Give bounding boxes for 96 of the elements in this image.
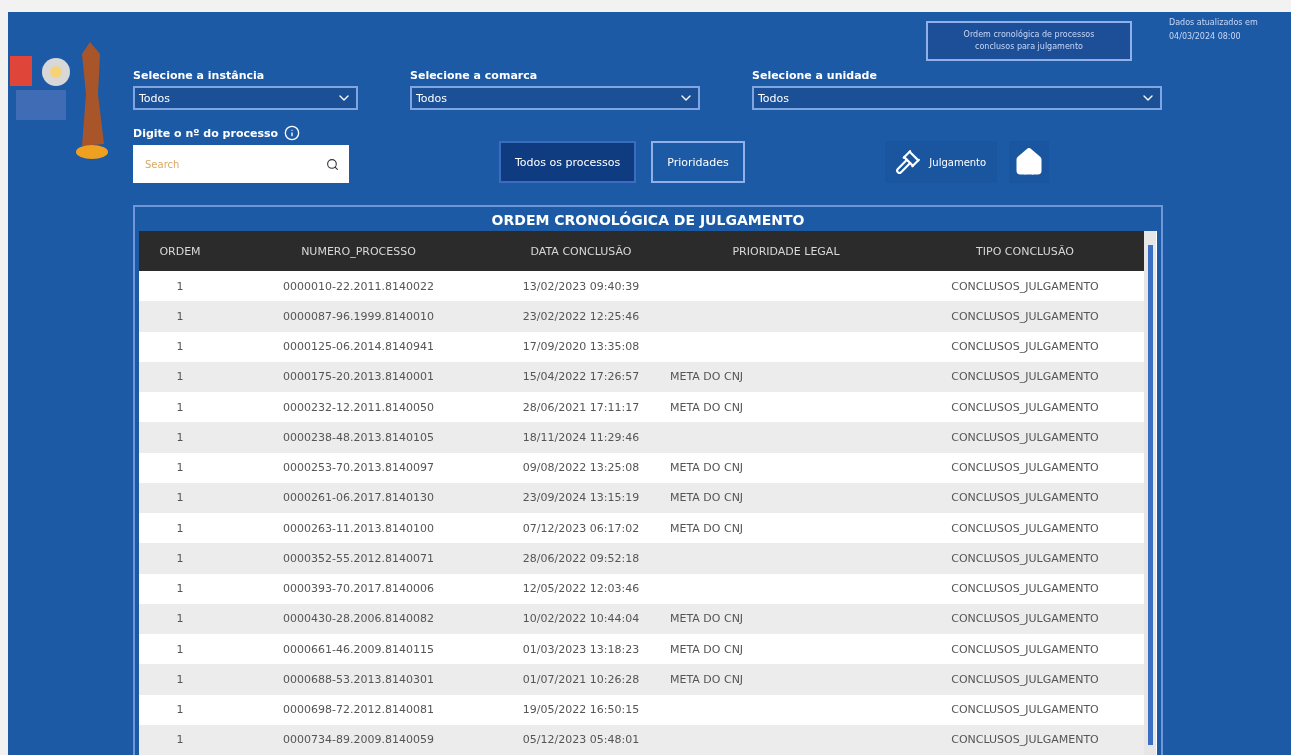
table-cell: 0000734-89.2009.8140059 [221,724,496,755]
table-cell: 1 [139,331,221,362]
table-cell: 05/12/2023 05:48:01 [496,724,666,755]
table-cell: CONCLUSOS_JULGAMENTO [906,664,1144,695]
table-cell: 28/06/2021 17:11:17 [496,392,666,423]
table-cell: 0000125-06.2014.8140941 [221,331,496,362]
filter-label: Selecione a comarca [410,69,539,82]
table-cell: 1 [139,694,221,725]
table-cell: 18/11/2024 11:29:46 [496,422,666,453]
table-cell: 13/02/2023 09:40:39 [496,271,666,302]
table-cell: META DO CNJ [666,392,906,423]
table-cell: 1 [139,664,221,695]
table-cell: CONCLUSOS_JULGAMENTO [906,694,1144,725]
table-cell: 0000238-48.2013.8140105 [221,422,496,453]
table-cell: 1 [139,543,221,574]
table-cell: CONCLUSOS_JULGAMENTO [906,392,1144,423]
table-cell: 0000087-96.1999.8140010 [221,301,496,332]
table-cell: CONCLUSOS_JULGAMENTO [906,603,1144,634]
table-cell: 07/12/2023 06:17:02 [496,513,666,544]
filter-dropdown[interactable]: Todos [752,86,1162,110]
update-info: Dados atualizados em [1169,17,1259,29]
table-cell: 0000175-20.2013.8140001 [221,361,496,392]
table-cell: 1 [139,482,221,513]
table-cell: CONCLUSOS_JULGAMENTO [906,513,1144,544]
judgment-button[interactable]: Julgamento [884,141,997,183]
table-cell: CONCLUSOS_JULGAMENTO [906,573,1144,604]
report-button[interactable]: Ordem cronológica de processos conclusos para julgamento [926,21,1132,61]
column-header[interactable]: DATA CONCLUSÃO [496,231,666,271]
info-icon[interactable] [284,125,301,141]
column-header[interactable]: NUMERO_PROCESSO [221,231,496,271]
column-header[interactable]: TIPO CONCLUSÃO [906,231,1144,271]
table-cell: 0000010-22.2011.8140022 [221,271,496,302]
table-cell: 23/02/2022 12:25:46 [496,301,666,332]
table-cell: 0000261-06.2017.8140130 [221,482,496,513]
table-cell: CONCLUSOS_JULGAMENTO [906,271,1144,302]
table-cell: META DO CNJ [666,482,906,513]
home-button[interactable] [1008,141,1049,183]
table-cell: META DO CNJ [666,603,906,634]
table-cell: 12/05/2022 12:03:46 [496,573,666,604]
table-cell: 1 [139,392,221,423]
table-cell: CONCLUSOS_JULGAMENTO [906,634,1144,665]
filter-tab[interactable]: Todos os processos [499,141,637,183]
table-cell: 0000253-70.2013.8140097 [221,452,496,483]
table-cell: 1 [139,573,221,604]
filter-label: Selecione a instância [133,69,266,82]
table-title: ORDEM CRONOLÓGICA DE JULGAMENTO [490,210,806,230]
table-cell: 0000698-72.2012.8140081 [221,694,496,725]
table-cell: 1 [139,422,221,453]
table-cell: 09/08/2022 13:25:08 [496,452,666,483]
table-cell: 0000688-53.2013.8140301 [221,664,496,695]
table-cell: 1 [139,634,221,665]
table-cell: META DO CNJ [666,513,906,544]
table-cell: 0000352-55.2012.8140071 [221,543,496,574]
table-cell: 28/06/2022 09:52:18 [496,543,666,574]
table-cell: 1 [139,513,221,544]
table-cell: 0000232-12.2011.8140050 [221,392,496,423]
table-cell: 1 [139,301,221,332]
table-cell: META DO CNJ [666,361,906,392]
table-cell: CONCLUSOS_JULGAMENTO [906,543,1144,574]
table-cell: CONCLUSOS_JULGAMENTO [906,724,1144,755]
table-cell: 0000430-28.2006.8140082 [221,603,496,634]
filter-label: Selecione a unidade [752,69,878,82]
table-cell: 0000661-46.2009.8140115 [221,634,496,665]
table-cell: 19/05/2022 16:50:15 [496,694,666,725]
table-cell: 1 [139,603,221,634]
filter-tab[interactable]: Prioridades [651,141,745,183]
table-cell: 1 [139,452,221,483]
table-cell: 0000393-70.2017.8140006 [221,573,496,604]
column-header[interactable]: PRIORIDADE LEGAL [666,231,906,271]
table-cell: CONCLUSOS_JULGAMENTO [906,361,1144,392]
search-icon [326,157,339,171]
table-cell: CONCLUSOS_JULGAMENTO [906,482,1144,513]
update-info: 04/03/2024 08:00 [1169,31,1242,43]
table-cell: CONCLUSOS_JULGAMENTO [906,422,1144,453]
table-cell: 10/02/2022 10:44:04 [496,603,666,634]
scrollbar[interactable] [1144,231,1156,755]
table-cell: 01/07/2021 10:26:28 [496,664,666,695]
gavel-icon [895,149,922,175]
table-cell: 01/03/2023 13:18:23 [496,634,666,665]
table-cell: META DO CNJ [666,452,906,483]
table-cell: 23/09/2024 13:15:19 [496,482,666,513]
column-header[interactable]: ORDEM [139,231,221,271]
table-cell: 1 [139,271,221,302]
filter-dropdown[interactable]: Todos [133,86,358,110]
table-cell: CONCLUSOS_JULGAMENTO [906,301,1144,332]
table-cell: 17/09/2020 13:35:08 [496,331,666,362]
table-cell: 1 [139,724,221,755]
table-cell: 0000263-11.2013.8140100 [221,513,496,544]
table-cell: 15/04/2022 17:26:57 [496,361,666,392]
table-cell: META DO CNJ [666,634,906,665]
filter-dropdown[interactable]: Todos [410,86,700,110]
table-cell: CONCLUSOS_JULGAMENTO [906,452,1144,483]
table-cell: 1 [139,361,221,392]
table-cell: CONCLUSOS_JULGAMENTO [906,331,1144,362]
table-cell: META DO CNJ [666,664,906,695]
search-label: Digite o nº do processo [133,125,349,141]
